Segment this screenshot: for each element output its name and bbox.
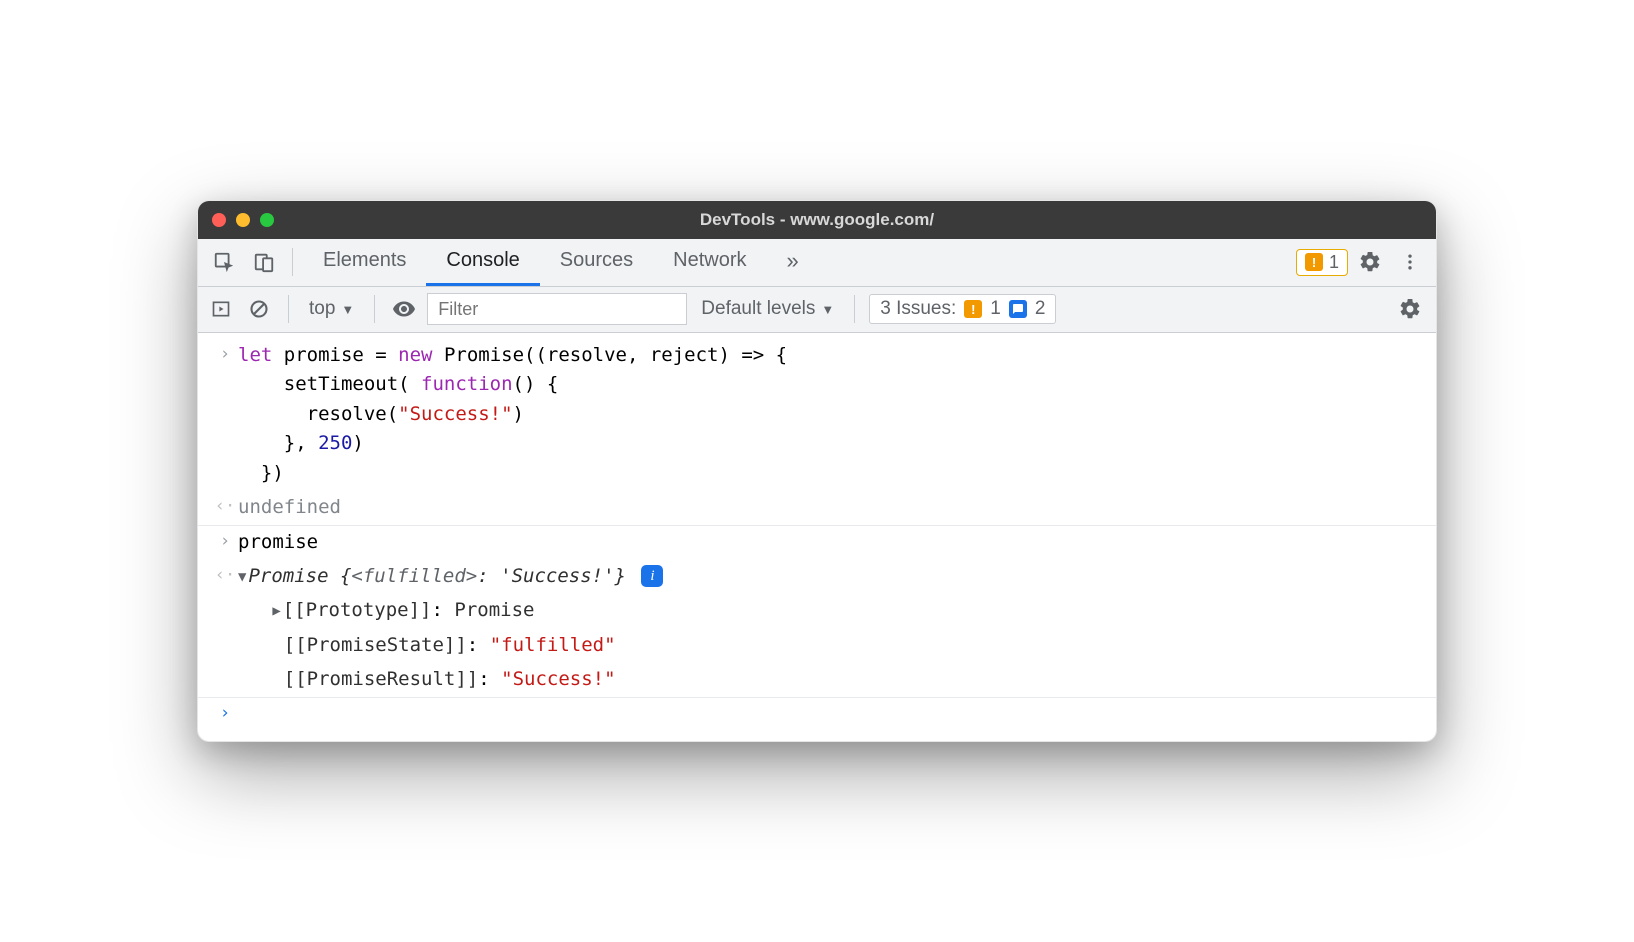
log-level-label: Default levels — [701, 298, 815, 320]
console-input-row[interactable]: › let promise = new Promise((resolve, re… — [198, 339, 1436, 491]
filter-input[interactable] — [427, 293, 687, 325]
input-marker-icon: › — [212, 341, 238, 488]
prompt-marker-icon: › — [212, 700, 238, 726]
clear-console-icon[interactable] — [244, 291, 274, 327]
warning-icon: ! — [964, 300, 982, 318]
output-undefined: undefined — [238, 493, 1422, 522]
subbar-divider-3 — [854, 295, 855, 323]
subbar-divider-1 — [288, 295, 289, 323]
kebab-menu-icon[interactable] — [1392, 244, 1428, 280]
zoom-window-button[interactable] — [260, 213, 274, 227]
issues-info-count: 2 — [1035, 298, 1046, 320]
tab-console[interactable]: Console — [426, 238, 539, 286]
tab-elements[interactable]: Elements — [303, 238, 426, 286]
collapse-triangle-icon[interactable]: ▼ — [238, 567, 246, 589]
issues-label: 3 Issues: — [880, 298, 956, 320]
console-prompt[interactable]: › — [198, 698, 1436, 729]
minimize-window-button[interactable] — [236, 213, 250, 227]
toolbar-divider — [292, 248, 293, 276]
object-property-row: [[PromiseResult]]: "Success!" — [198, 663, 1436, 697]
tab-sources[interactable]: Sources — [540, 238, 653, 286]
live-expression-icon[interactable] — [389, 291, 419, 327]
console-output-row: ‹· undefined — [198, 491, 1436, 525]
promise-summary: ▼Promise {<fulfilled>: 'Success!'} i — [238, 562, 1422, 591]
inspect-element-icon[interactable] — [206, 244, 242, 280]
console-output-row[interactable]: ‹· ▼Promise {<fulfilled>: 'Success!'} i — [198, 560, 1436, 594]
toggle-sidebar-icon[interactable] — [206, 291, 236, 327]
code-content: promise — [238, 528, 1422, 557]
traffic-lights — [212, 213, 274, 227]
close-window-button[interactable] — [212, 213, 226, 227]
object-property-row: [[PromiseState]]: "fulfilled" — [198, 629, 1436, 663]
info-icon — [1009, 300, 1027, 318]
console-input-row[interactable]: › promise — [198, 526, 1436, 560]
warning-count: 1 — [1329, 252, 1339, 273]
issues-button[interactable]: 3 Issues: ! 1 2 — [869, 294, 1056, 324]
main-toolbar: Elements Console Sources Network » ! 1 — [198, 239, 1436, 287]
warnings-badge[interactable]: ! 1 — [1296, 249, 1348, 276]
window-title: DevTools - www.google.com/ — [198, 210, 1436, 230]
object-property-row[interactable]: ▶[[Prototype]]: Promise — [198, 594, 1436, 628]
console-body: › let promise = new Promise((resolve, re… — [198, 333, 1436, 741]
devtools-window: DevTools - www.google.com/ Elements Cons… — [197, 200, 1437, 742]
output-marker-icon: ‹· — [212, 562, 238, 591]
expand-triangle-icon[interactable]: ▶ — [272, 601, 280, 623]
input-marker-icon: › — [212, 528, 238, 557]
console-settings-icon[interactable] — [1392, 291, 1428, 327]
log-level-selector[interactable]: Default levels ▼ — [695, 298, 840, 320]
console-toolbar: top ▼ Default levels ▼ 3 Issues: ! 1 2 — [198, 287, 1436, 333]
issues-warn-count: 1 — [990, 298, 1001, 320]
tab-more[interactable]: » — [767, 238, 819, 286]
info-icon[interactable]: i — [641, 565, 663, 587]
context-selector[interactable]: top ▼ — [303, 298, 360, 320]
tab-network[interactable]: Network — [653, 238, 766, 286]
panel-tabs: Elements Console Sources Network » — [303, 238, 819, 286]
subbar-divider-2 — [374, 295, 375, 323]
settings-icon[interactable] — [1352, 244, 1388, 280]
device-toolbar-icon[interactable] — [246, 244, 282, 280]
warning-icon: ! — [1305, 253, 1323, 271]
chevron-down-icon: ▼ — [341, 302, 354, 317]
context-label: top — [309, 298, 335, 320]
code-content: let promise = new Promise((resolve, reje… — [238, 341, 1422, 488]
titlebar: DevTools - www.google.com/ — [198, 201, 1436, 239]
output-marker-icon: ‹· — [212, 493, 238, 522]
chevron-down-icon: ▼ — [821, 302, 834, 317]
